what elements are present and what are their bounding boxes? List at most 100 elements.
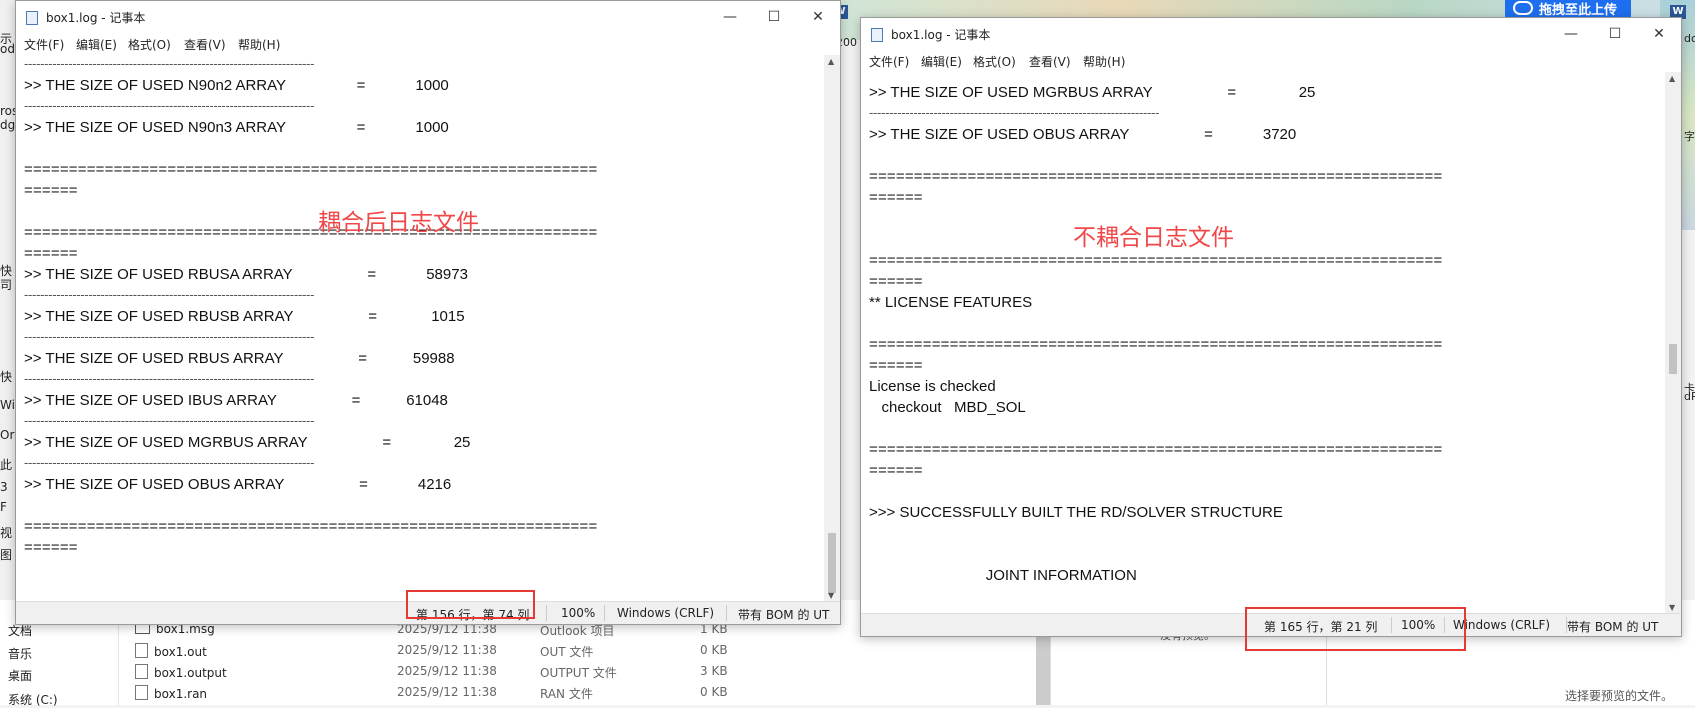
separator-line: ====== — [869, 357, 923, 374]
file-type: RAN 文件 — [540, 687, 593, 701]
highlight-box — [1245, 607, 1466, 651]
menu-bar: 文件(F) 编辑(E) 格式(O) 查看(V) 帮助(H) — [861, 50, 1681, 72]
menu-view[interactable]: 查看(V) — [184, 36, 226, 53]
text-editor[interactable]: ----------------------------------------… — [16, 55, 824, 602]
log-line: >> THE SIZE OF USED OBUS ARRAY = 4216 — [24, 476, 452, 493]
separator-line: ====== — [869, 189, 923, 206]
close-button[interactable]: ✕ — [1637, 22, 1681, 46]
annotation-uncoupled: 不耦合日志文件 — [1073, 225, 1234, 251]
menu-file[interactable]: 文件(F) — [24, 36, 64, 53]
log-line: ** LICENSE FEATURES — [869, 294, 1033, 311]
desktop-label-fragment: 3 — [0, 480, 8, 494]
file-size: 3 KB — [700, 664, 728, 678]
menu-file[interactable]: 文件(F) — [869, 53, 909, 70]
file-date: 2025/9/12 11:38 — [397, 643, 497, 657]
highlight-box — [406, 590, 535, 619]
minimize-button[interactable]: — — [1549, 22, 1593, 46]
file-icon — [135, 664, 148, 679]
text-editor[interactable]: >> THE SIZE OF USED MGRBUS ARRAY = 25 ---… — [861, 72, 1665, 614]
separator-line: ========================================… — [24, 518, 598, 535]
separator-line: ========================================… — [869, 252, 1443, 269]
log-line: >> THE SIZE OF USED RBUSB ARRAY = 1015 — [24, 308, 465, 325]
minimize-button[interactable]: — — [708, 5, 752, 29]
log-line: >> THE SIZE OF USED N90n2 ARRAY = 1000 — [24, 77, 449, 94]
separator-line: ====== — [24, 539, 78, 556]
log-line: >> THE SIZE OF USED OBUS ARRAY = 3720 — [869, 126, 1297, 143]
title-bar[interactable]: box1.log - 记事本 — ☐ ✕ — [16, 1, 840, 33]
separator-line: ====== — [869, 462, 923, 479]
log-line: >> THE SIZE OF USED MGRBUS ARRAY = 25 — [869, 84, 1316, 101]
menu-bar: 文件(F) 编辑(E) 格式(O) 查看(V) 帮助(H) — [16, 33, 840, 55]
separator-line: ====== — [869, 273, 923, 290]
separator-line: ----------------------------------------… — [24, 371, 315, 386]
desktop-label-fragment: od — [0, 42, 15, 56]
vertical-scrollbar[interactable]: ▲ ▼ — [824, 55, 840, 602]
menu-help[interactable]: 帮助(H) — [1083, 53, 1125, 70]
notepad-window-right[interactable]: box1.log - 记事本 — ☐ ✕ 文件(F) 编辑(E) 格式(O) 查… — [860, 17, 1682, 637]
log-line: >> THE SIZE OF USED N90n3 ARRAY = 1000 — [24, 119, 449, 136]
desktop-label-fragment: 此 — [0, 458, 13, 472]
title-bar[interactable]: box1.log - 记事本 — ☐ ✕ — [861, 18, 1681, 50]
log-line: checkout MBD_SOL — [869, 399, 1026, 416]
file-icon — [135, 685, 148, 700]
desktop-label-fragment: do — [1684, 32, 1695, 45]
notepad-window-left[interactable]: box1.log - 记事本 — ☐ ✕ 文件(F) 编辑(E) 格式(O) 查… — [15, 0, 841, 625]
separator-line: ----------------------------------------… — [24, 413, 315, 428]
upload-button-label: 拖拽至此上传 — [1539, 2, 1618, 18]
scroll-thumb[interactable] — [1669, 344, 1677, 374]
separator-line: ----------------------------------------… — [24, 56, 315, 71]
desktop-label-fragment: Wi — [0, 398, 15, 412]
separator-line: ----------------------------------------… — [24, 98, 315, 113]
menu-format[interactable]: 格式(O) — [973, 53, 1016, 70]
desktop-label-fragment: 视 — [0, 526, 13, 540]
window-title: box1.log - 记事本 — [891, 28, 991, 42]
log-line: >> THE SIZE OF USED RBUS ARRAY = 59988 — [24, 350, 455, 367]
separator-line: ========================================… — [869, 336, 1443, 353]
scroll-down-icon[interactable]: ▼ — [828, 591, 834, 600]
desktop-label-fragment: 快 — [0, 370, 13, 384]
notepad-icon — [871, 28, 883, 42]
scroll-down-icon[interactable]: ▼ — [1669, 603, 1675, 612]
vertical-scrollbar[interactable]: ▲ ▼ — [1665, 72, 1681, 614]
separator-line: ========================================… — [869, 168, 1443, 185]
log-line: >> THE SIZE OF USED MGRBUS ARRAY = 25 — [24, 434, 471, 451]
separator-line: ----------------------------------------… — [869, 105, 1160, 120]
menu-format[interactable]: 格式(O) — [128, 36, 171, 53]
separator-line: ========================================… — [24, 161, 598, 178]
separator-line: ====== — [24, 182, 78, 199]
desktop-label-fragment: dP — [1684, 390, 1695, 403]
menu-view[interactable]: 查看(V) — [1029, 53, 1071, 70]
file-size: 0 KB — [700, 685, 728, 699]
file-size: 0 KB — [700, 643, 728, 657]
menu-help[interactable]: 帮助(H) — [238, 36, 280, 53]
log-line: JOINT INFORMATION — [869, 567, 1137, 584]
menu-edit[interactable]: 编辑(E) — [921, 53, 962, 70]
file-date: 2025/9/12 11:38 — [397, 664, 497, 678]
log-line: >> THE SIZE OF USED IBUS ARRAY = 61048 — [24, 392, 448, 409]
menu-edit[interactable]: 编辑(E) — [76, 36, 117, 53]
preview-hint-text: 选择要预览的文件。 — [1565, 689, 1674, 703]
nav-item-desktop[interactable]: 桌面 — [8, 667, 32, 684]
cloud-icon — [1513, 1, 1533, 15]
scroll-up-icon[interactable]: ▲ — [828, 57, 834, 66]
scroll-up-icon[interactable]: ▲ — [1669, 74, 1675, 83]
separator-line: ----------------------------------------… — [24, 455, 315, 470]
file-type: OUTPUT 文件 — [540, 666, 617, 680]
file-icon — [135, 643, 148, 658]
nav-item-drive-c[interactable]: 系统 (C:) — [8, 691, 58, 708]
close-button[interactable]: ✕ — [796, 5, 840, 29]
maximize-button[interactable]: ☐ — [1593, 22, 1637, 46]
scroll-thumb[interactable] — [828, 533, 836, 593]
line-ending: Windows (CRLF) — [1453, 618, 1551, 632]
annotation-coupled: 耦合后日志文件 — [318, 210, 479, 236]
nav-item-music[interactable]: 音乐 — [8, 645, 32, 662]
separator-line: ----------------------------------------… — [24, 329, 315, 344]
desktop-label-fragment: 司 — [0, 278, 13, 292]
desktop-label-fragment: Or — [0, 428, 15, 442]
encoding: 带有 BOM 的 UT — [738, 608, 830, 622]
file-name: box1.ran — [135, 685, 207, 701]
separator-line: ========================================… — [24, 224, 598, 241]
maximize-button[interactable]: ☐ — [752, 5, 796, 29]
line-ending: Windows (CRLF) — [617, 606, 715, 620]
file-name: box1.out — [135, 643, 207, 659]
